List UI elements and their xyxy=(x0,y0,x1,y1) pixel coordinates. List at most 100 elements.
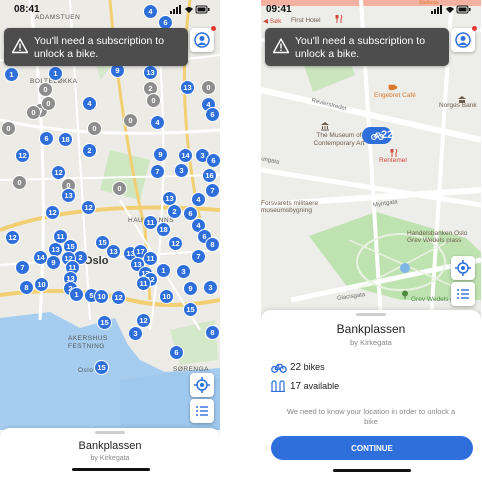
banner-text: You'll need a subscription to unlock a b… xyxy=(34,35,165,60)
bike-cluster[interactable]: 2 xyxy=(167,204,182,219)
bike-cluster[interactable]: 1 xyxy=(69,287,84,302)
bike-cluster[interactable]: 0 xyxy=(201,80,216,95)
bike-cluster[interactable]: 15 xyxy=(183,302,198,317)
right-screen: ◀ Søk First Hotel Storbrua Engebret Café… xyxy=(261,0,481,477)
bike-cluster[interactable]: 13 xyxy=(61,188,76,203)
station-sheet[interactable]: Bankplassen by Kirkegata xyxy=(0,428,220,477)
bike-cluster[interactable]: 0 xyxy=(26,105,41,120)
cafe-icon xyxy=(388,84,398,91)
bike-cluster[interactable]: 3 xyxy=(176,264,191,279)
bike-cluster[interactable]: 12 xyxy=(5,230,20,245)
bike-cluster[interactable]: 0 xyxy=(112,181,127,196)
bike-cluster[interactable]: 18 xyxy=(156,222,171,237)
place-label: SØRENGA xyxy=(173,366,210,373)
bike-cluster[interactable]: 3 xyxy=(174,163,189,178)
subscription-banner[interactable]: You'll need a subscription to unlock a b… xyxy=(265,28,449,66)
bike-cluster[interactable]: 10 xyxy=(94,289,109,304)
bike-cluster[interactable]: 0 xyxy=(1,121,16,136)
bike-cluster[interactable]: 3 xyxy=(128,326,143,341)
home-indicator xyxy=(333,469,411,472)
bike-cluster[interactable]: 4 xyxy=(191,192,206,207)
bike-cluster[interactable]: 0 xyxy=(123,113,138,128)
bike-cluster[interactable]: 6 xyxy=(205,107,220,122)
profile-button[interactable] xyxy=(190,26,216,52)
pin-bike-count: 22 xyxy=(381,129,394,141)
signal-wifi-battery-icon xyxy=(170,5,210,14)
bike-cluster[interactable]: 8 xyxy=(205,237,220,252)
left-screen: 4618191313400002004040061821291436127316… xyxy=(0,0,220,477)
place-label: AKERSHUS FESTNING xyxy=(68,335,108,350)
station-name: Bankplassen xyxy=(336,322,406,336)
bike-cluster[interactable]: 4 xyxy=(150,115,165,130)
status-time: 08:41 xyxy=(14,4,40,15)
bike-cluster[interactable]: 4 xyxy=(82,96,97,111)
bike-cluster[interactable]: 10 xyxy=(34,277,49,292)
bike-cluster[interactable]: 0 xyxy=(146,93,161,108)
list-icon xyxy=(196,406,208,416)
bike-cluster[interactable]: 10 xyxy=(159,289,174,304)
subscription-banner[interactable]: You'll need a subscription to unlock a b… xyxy=(4,28,188,66)
list-view-button[interactable] xyxy=(451,282,475,306)
bike-cluster[interactable]: 13 xyxy=(143,65,158,80)
poi-handelsbanken: Handelsbanken Oslo Grev Wedels plass xyxy=(407,230,468,244)
bike-cluster[interactable]: 14 xyxy=(178,148,193,163)
bike-cluster[interactable]: 2 xyxy=(82,143,97,158)
bike-cluster[interactable]: 6 xyxy=(39,131,54,146)
signal-wifi-battery-icon xyxy=(431,5,471,14)
bike-cluster[interactable]: 0 xyxy=(12,175,27,190)
dock-icon xyxy=(271,380,285,392)
list-view-button[interactable] xyxy=(190,399,214,423)
bike-cluster[interactable]: 0 xyxy=(41,96,56,111)
bike-cluster[interactable]: 12 xyxy=(51,165,66,180)
system-icons xyxy=(170,5,210,16)
bike-cluster[interactable]: 7 xyxy=(191,249,206,264)
bike-cluster[interactable]: 1 xyxy=(48,66,63,81)
bike-cluster[interactable]: 12 xyxy=(81,200,96,215)
bike-cluster[interactable]: 9 xyxy=(153,147,168,162)
status-bar: 09:41 xyxy=(261,0,481,22)
bike-cluster[interactable]: 8 xyxy=(205,325,220,340)
docks-count: 17 xyxy=(290,381,302,392)
bike-cluster[interactable]: 7 xyxy=(150,164,165,179)
bike-cluster[interactable]: 12 xyxy=(168,236,183,251)
bike-cluster[interactable]: 12 xyxy=(15,148,30,163)
bike-cluster[interactable]: 1 xyxy=(4,67,19,82)
bike-cluster[interactable]: 3 xyxy=(203,280,218,295)
continue-button[interactable]: CONTINUE xyxy=(271,436,473,460)
bike-icon xyxy=(271,363,287,373)
bike-cluster[interactable]: 0 xyxy=(38,82,53,97)
bike-cluster[interactable]: 16 xyxy=(202,168,217,183)
poi-norges-bank: Norges Bank xyxy=(439,102,477,109)
bike-cluster[interactable]: 11 xyxy=(136,276,151,291)
sheet-handle[interactable] xyxy=(95,431,125,434)
station-sheet[interactable]: Bankplassen by Kirkegata 22 bikes 17 ava… xyxy=(261,310,481,477)
bike-cluster[interactable]: 15 xyxy=(94,360,109,375)
tree-icon xyxy=(402,290,408,299)
locate-button[interactable] xyxy=(190,373,214,397)
bike-cluster[interactable]: 18 xyxy=(58,132,73,147)
list-icon xyxy=(457,289,469,299)
bike-cluster[interactable]: 11 xyxy=(143,251,158,266)
bike-cluster[interactable]: 13 xyxy=(106,244,121,259)
bike-cluster[interactable]: 8 xyxy=(19,280,34,295)
system-icons xyxy=(431,5,471,16)
crosshair-icon xyxy=(455,260,471,276)
profile-button[interactable] xyxy=(451,26,477,52)
sheet-handle[interactable] xyxy=(356,313,386,316)
bike-cluster[interactable]: 0 xyxy=(87,121,102,136)
bike-cluster[interactable]: 9 xyxy=(46,255,61,270)
bike-cluster[interactable]: 7 xyxy=(15,260,30,275)
bike-cluster[interactable]: 1 xyxy=(156,263,171,278)
bike-cluster[interactable]: 12 xyxy=(111,290,126,305)
warning-icon xyxy=(273,38,289,54)
poi-engebret: Engebret Café xyxy=(374,92,416,99)
bike-cluster[interactable]: 13 xyxy=(180,80,195,95)
bike-cluster[interactable]: 6 xyxy=(169,345,184,360)
locate-button[interactable] xyxy=(451,256,475,280)
bikes-count: 22 xyxy=(290,362,302,373)
bike-cluster[interactable]: 12 xyxy=(45,205,60,220)
bike-cluster[interactable]: 6 xyxy=(206,153,220,168)
bike-cluster[interactable]: 9 xyxy=(183,281,198,296)
bike-cluster[interactable]: 15 xyxy=(97,315,112,330)
bike-cluster[interactable]: 7 xyxy=(205,183,220,198)
